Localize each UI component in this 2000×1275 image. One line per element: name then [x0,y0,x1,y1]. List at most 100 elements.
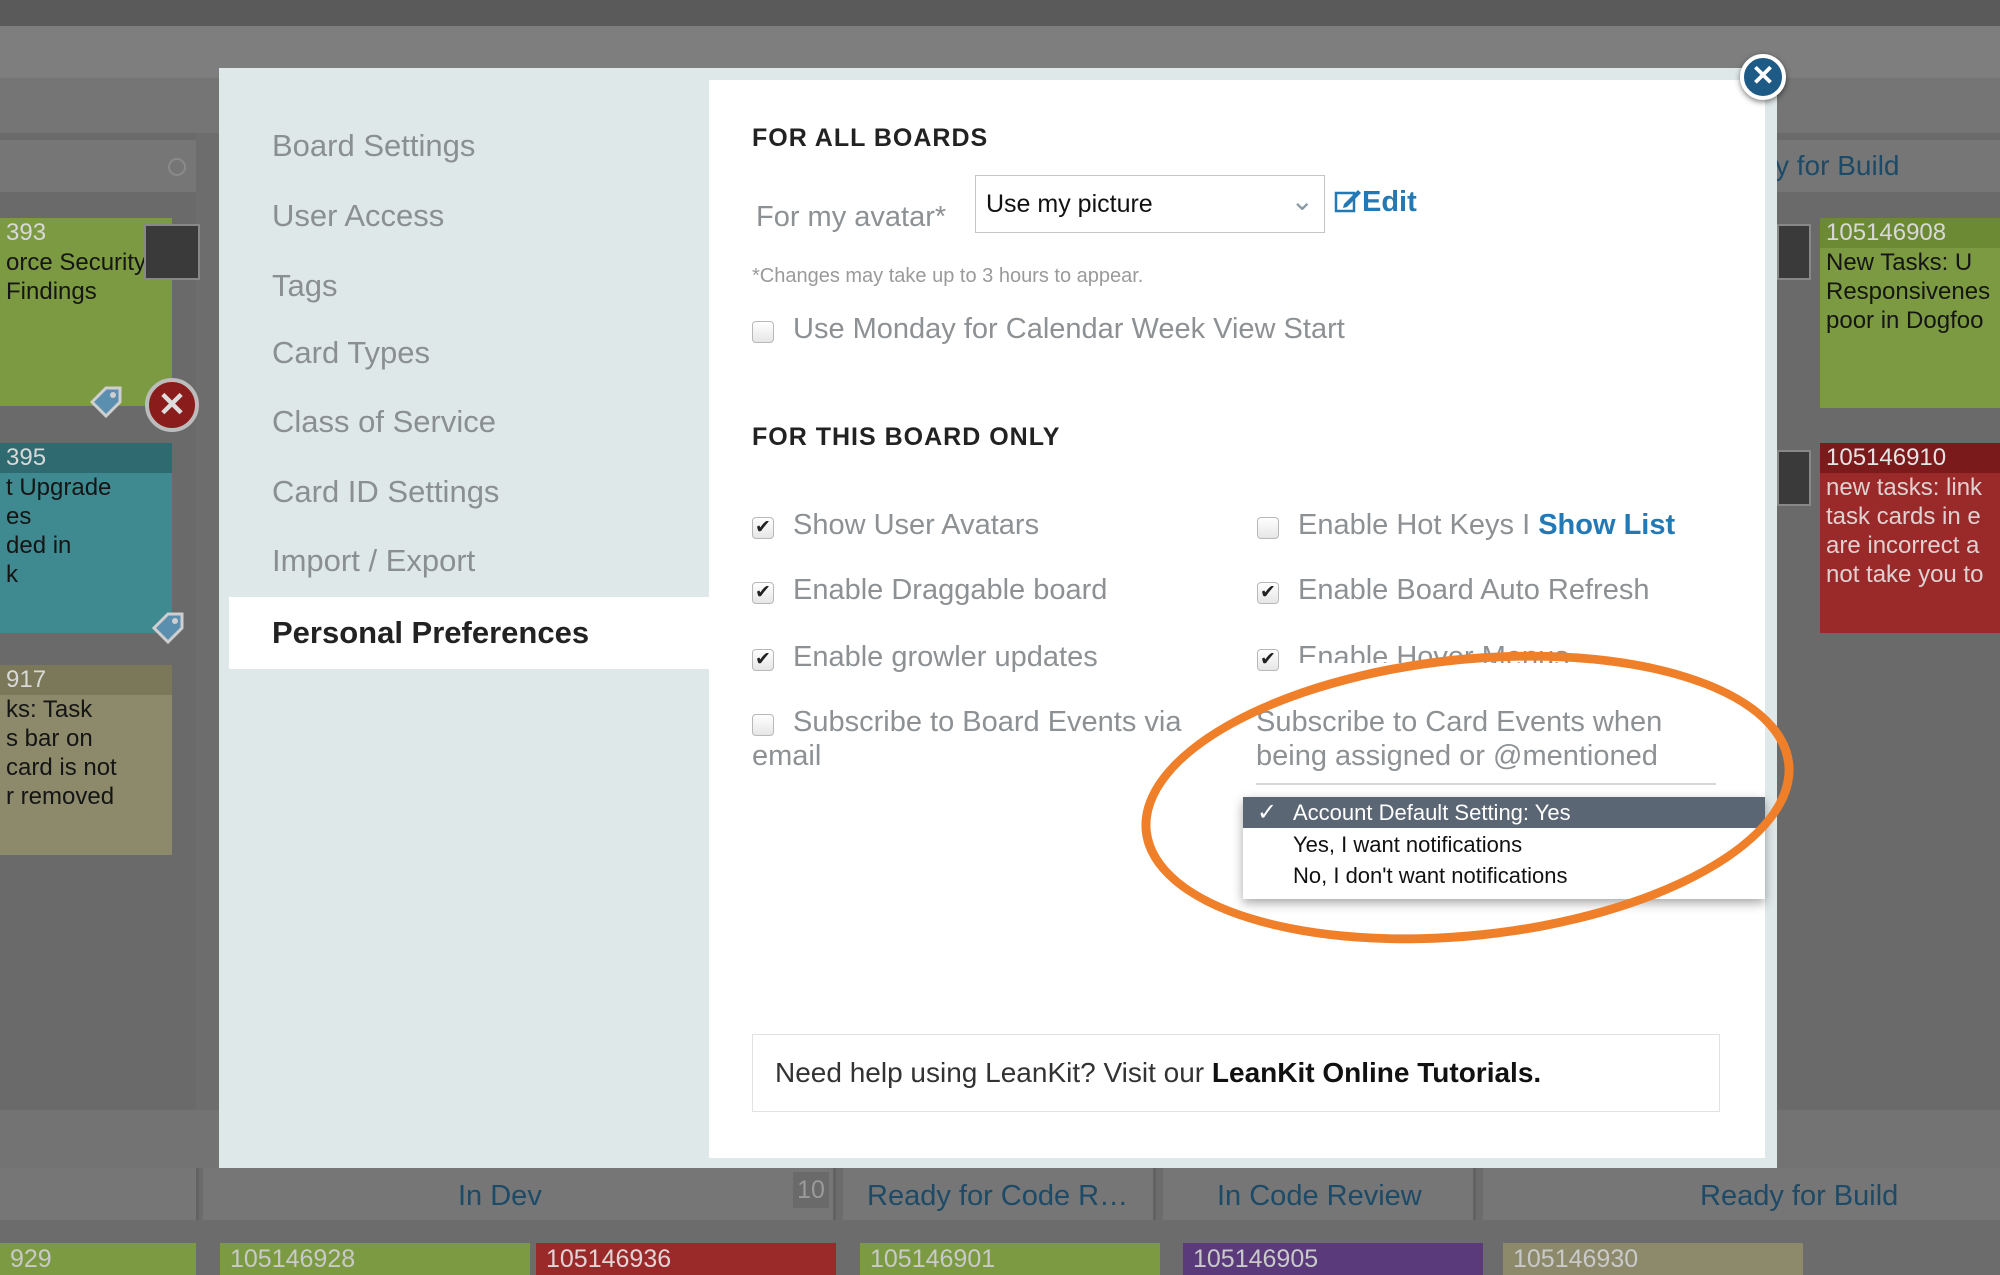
board-card: 105146928 [220,1243,530,1275]
enable-auto-refresh-checkbox[interactable]: ✔ [1257,582,1279,604]
avatar-select-value: Use my picture [986,190,1153,218]
show-list-link[interactable]: Show List [1538,509,1675,541]
card-id: 105146930 [1513,1245,1639,1273]
avatar-change-note: *Changes may take up to 3 hours to appea… [752,265,1144,287]
card-id: 105146928 [230,1245,356,1273]
card-id: 929 [10,1245,52,1273]
card-title: t Upgrade es ded in k [6,474,112,588]
monday-week-start-checkbox[interactable] [752,321,774,343]
lane-header-left [0,140,196,192]
lane-header-ready-for-code-review[interactable]: Ready for Code R… [843,1168,1156,1220]
section-title-this-board: FOR THIS BOARD ONLY [752,423,1061,451]
nav-item-tags[interactable]: Tags [272,268,337,304]
edit-avatar-link[interactable]: Edit [1334,186,1417,219]
board-card: 105146936 [536,1243,836,1275]
card-events-label-line1: Subscribe to Card Events when [1256,706,1663,738]
lane-header-ready-for-build[interactable]: Ready for Build [1483,1168,2000,1220]
enable-hover-menus-label: Enable Hover Menus [1298,641,1569,663]
nav-item-import-export[interactable]: Import / Export [272,543,475,579]
nav-item-board-settings[interactable]: Board Settings [272,128,475,164]
dropdown-option-account-default[interactable]: ✓ Account Default Setting: Yes [1243,797,1765,828]
board-card: 105146930 [1503,1243,1803,1275]
avatar-label: For my avatar* [756,201,947,233]
enable-hover-menus-checkbox[interactable]: ✔ [1257,649,1279,671]
enable-hot-keys-label: Enable Hot Keys I Show List [1298,509,1675,542]
card-title: ks: Task s bar on card is not r removed [6,696,117,810]
avatar-select[interactable]: Use my picture ⌄ [975,175,1325,233]
lane-title: In Code Review [1217,1180,1422,1212]
subscribe-board-events-checkbox[interactable] [752,714,774,736]
nav-item-label: Personal Preferences [272,615,590,650]
chevron-down-icon: ⌄ [1290,185,1314,216]
preferences-panel: FOR ALL BOARDS For my avatar* Use my pic… [709,80,1765,1158]
tag-icon [89,386,122,419]
card-avatar [1777,224,1811,280]
enable-growler-label: Enable growler updates [793,641,1098,673]
dropdown-option-yes[interactable]: Yes, I want notifications [1243,829,1765,860]
lane-title: Ready for Code R… [867,1180,1129,1212]
board-card: 105146901 [860,1243,1160,1275]
enable-growler-checkbox[interactable]: ✔ [752,649,774,671]
board-card: 395 t Upgrade es ded in k [0,443,172,633]
edit-label: Edit [1362,186,1417,218]
dropdown-option-label: Yes, I want notifications [1293,832,1523,857]
card-events-select-underline [1256,783,1716,785]
board-card: 105146910 new tasks: link task cards in … [1820,443,2000,633]
card-id: 105146910 [1820,443,2000,473]
dropdown-option-no[interactable]: No, I don't want notifications [1243,860,1765,891]
card-id: 395 [0,443,172,473]
help-text-prefix: Need help using LeanKit? Visit our [775,1057,1212,1088]
close-modal-button[interactable]: ✕ [1740,54,1786,100]
card-events-label-line2: being assigned or @mentioned [1256,740,1658,772]
enable-auto-refresh-label: Enable Board Auto Refresh [1298,574,1650,606]
board-settings-modal: Board Settings User Access Tags Card Typ… [219,68,1777,1168]
card-id: 917 [0,665,172,695]
nav-item-class-of-service[interactable]: Class of Service [272,404,496,440]
nav-item-personal-preferences[interactable]: Personal Preferences [229,597,709,669]
monday-week-start-label: Use Monday for Calendar Week View Start [793,313,1345,345]
enable-draggable-checkbox[interactable]: ✔ [752,582,774,604]
nav-item-card-types[interactable]: Card Types [272,335,430,371]
dropdown-option-label: No, I don't want notifications [1293,863,1568,888]
board-card: 917 ks: Task s bar on card is not r remo… [0,665,172,855]
lane-title-ready-for-build: y for Build [1775,150,1900,181]
enable-hot-keys-checkbox[interactable] [1257,517,1279,539]
check-icon: ✓ [1257,799,1278,826]
help-text: Need help using LeanKit? Visit our LeanK… [775,1057,1541,1089]
card-id: 105146908 [1820,218,2000,248]
lane-header [0,1168,199,1220]
subscribe-board-events-label: Subscribe to Board Events via [793,706,1182,738]
card-events-dropdown[interactable]: ✓ Account Default Setting: Yes Yes, I wa… [1243,797,1765,899]
enable-draggable-label: Enable Draggable board [793,574,1108,606]
card-id: 105146901 [870,1245,996,1273]
settings-nav: Board Settings User Access Tags Card Typ… [219,68,709,1168]
lane-header-in-dev[interactable]: In Dev [203,1168,836,1220]
card-title: New Tasks: U Responsivenes poor in Dogfo… [1826,249,1991,334]
lane-title: Ready for Build [1700,1180,1899,1212]
blocked-icon: ✕ [145,378,199,432]
tutorials-link[interactable]: LeanKit Online Tutorials. [1212,1057,1541,1088]
dropdown-option-label: Account Default Setting: Yes [1293,800,1571,825]
hot-keys-text: Enable Hot Keys I [1298,509,1531,541]
show-user-avatars-checkbox[interactable]: ✔ [752,517,774,539]
card-id: 105146936 [546,1245,672,1273]
lane-title: In Dev [458,1180,542,1212]
card-title: new tasks: link task cards in e are inco… [1826,474,1984,588]
wip-limit-badge: 10 [793,1172,829,1208]
lane-collapse-icon [168,158,186,176]
card-avatar [144,224,200,280]
subscribe-board-events-label-2: email [752,740,822,772]
board-card: 105146908 New Tasks: U Responsivenes poo… [1820,218,2000,408]
section-title-all-boards: FOR ALL BOARDS [752,124,989,152]
board-card: 105146905 [1183,1243,1483,1275]
tag-icon [151,612,184,645]
help-box: Need help using LeanKit? Visit our LeanK… [752,1034,1720,1112]
app-top-bar [0,0,2000,26]
nav-item-card-id-settings[interactable]: Card ID Settings [272,474,499,510]
card-id: 105146905 [1193,1245,1319,1273]
board-card: 929 [0,1243,196,1275]
show-user-avatars-label: Show User Avatars [793,509,1040,541]
close-icon: ✕ [1751,60,1775,91]
nav-item-user-access[interactable]: User Access [272,198,444,234]
lane-header-in-code-review[interactable]: In Code Review [1163,1168,1476,1220]
